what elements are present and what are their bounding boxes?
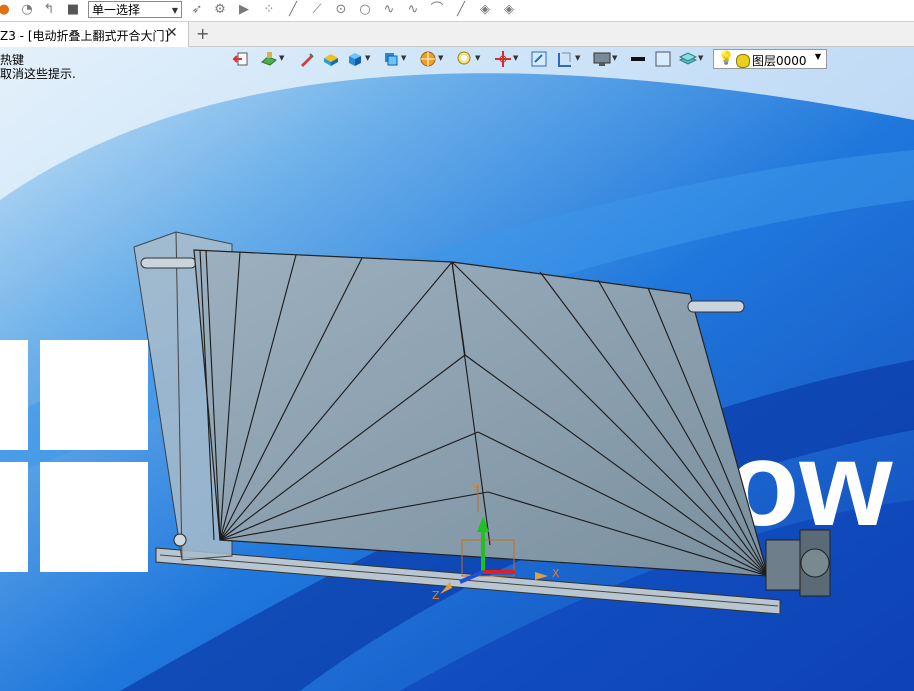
pen-icon[interactable]: ╱ xyxy=(453,2,469,18)
viewport-scene: ow Y X Z xyxy=(0,47,914,691)
zoom-icon[interactable] xyxy=(456,50,474,68)
shading-icon[interactable] xyxy=(322,50,340,68)
render-icon[interactable] xyxy=(419,50,437,68)
tool1-icon[interactable]: ◈ xyxy=(477,2,493,18)
hinge xyxy=(173,533,187,547)
history-icon[interactable]: ◔ xyxy=(19,2,35,18)
select-mode-dropdown[interactable]: 单一选择 ▼ xyxy=(88,1,182,18)
layer-name: 图层0000 xyxy=(752,54,807,68)
layer-color-icon[interactable] xyxy=(736,54,750,68)
bulb-icon[interactable]: 💡 xyxy=(718,51,734,66)
chevron-down-icon[interactable]: ▼ xyxy=(365,54,370,62)
exit-icon[interactable] xyxy=(232,50,250,68)
axis-y-label: Y xyxy=(471,482,479,495)
edit-icon[interactable] xyxy=(298,50,316,68)
document-tab-title: Z3 - [电动折叠上翻式开合大门] xyxy=(0,29,170,43)
left-bracket xyxy=(140,257,197,269)
hint-text: 热键 取消这些提示. xyxy=(0,53,76,81)
axis-z-label: Z xyxy=(432,589,440,602)
cube-icon[interactable] xyxy=(346,50,364,68)
app-icon: ● xyxy=(0,2,10,17)
select-mode-value: 单一选择 xyxy=(92,3,141,17)
curve-icon[interactable]: ∿ xyxy=(381,2,397,18)
motor xyxy=(765,529,831,597)
circle-icon[interactable]: ○ xyxy=(357,2,373,18)
pick-icon[interactable]: ➶ xyxy=(189,2,205,18)
top-toolbar: ● ◔ ↰ ■ 单一选择 ▼ ➶ ⚙ ▶ ⁘ ╱ ⟋ ⊙ ○ ∿ ∿ ⌒ ╱ ◈… xyxy=(0,0,914,22)
chevron-down-icon[interactable]: ▼ xyxy=(279,54,284,62)
stop-icon[interactable]: ■ xyxy=(65,2,81,18)
point-icon[interactable]: ⁘ xyxy=(261,2,277,18)
chevron-down-icon[interactable]: ▼ xyxy=(438,54,443,62)
document-tab[interactable]: Z3 - [电动折叠上翻式开合大门] ✕ xyxy=(0,22,189,47)
arc-icon[interactable]: ⌒ xyxy=(429,2,445,18)
display-icon[interactable] xyxy=(593,50,611,68)
line-icon[interactable]: ╱ xyxy=(285,2,301,18)
close-icon[interactable]: ✕ xyxy=(166,25,178,41)
hint-line-1: 热键 xyxy=(0,53,25,67)
add-tab-button[interactable]: + xyxy=(196,24,209,43)
hint-line-2: 取消这些提示. xyxy=(0,67,76,81)
views-icon[interactable] xyxy=(382,50,400,68)
right-bracket xyxy=(687,300,745,313)
chevron-down-icon: ▼ xyxy=(814,52,821,61)
color-swatch-icon[interactable] xyxy=(654,50,672,68)
fit-icon[interactable] xyxy=(530,50,548,68)
3d-viewport[interactable]: ow Y X Z xyxy=(0,47,914,691)
plane-icon[interactable] xyxy=(260,50,278,68)
chevron-down-icon[interactable]: ▼ xyxy=(401,54,406,62)
chevron-down-icon[interactable]: ▼ xyxy=(475,54,480,62)
chevron-down-icon[interactable]: ▼ xyxy=(575,54,580,62)
slash-icon[interactable]: ⟋ xyxy=(309,2,325,18)
axis-x-label: X xyxy=(552,567,560,580)
tool2-icon[interactable]: ◈ xyxy=(501,2,517,18)
layer-dropdown[interactable]: 💡 图层0000 ▼ xyxy=(713,49,827,69)
play-icon[interactable]: ▶ xyxy=(236,2,252,18)
chevron-down-icon[interactable]: ▼ xyxy=(612,54,617,62)
layer-stack-icon[interactable] xyxy=(679,50,697,68)
reset-icon[interactable]: ↰ xyxy=(41,2,57,18)
wave-icon[interactable]: ∿ xyxy=(405,2,421,18)
pan-icon[interactable] xyxy=(494,50,512,68)
filter-icon[interactable]: ⚙ xyxy=(212,2,228,18)
section-icon[interactable] xyxy=(556,50,574,68)
target-icon[interactable]: ⊙ xyxy=(333,2,349,18)
chevron-down-icon[interactable]: ▼ xyxy=(698,54,703,62)
chevron-down-icon: ▼ xyxy=(171,6,178,15)
line-weight-icon[interactable] xyxy=(629,50,647,68)
chevron-down-icon[interactable]: ▼ xyxy=(513,54,518,62)
